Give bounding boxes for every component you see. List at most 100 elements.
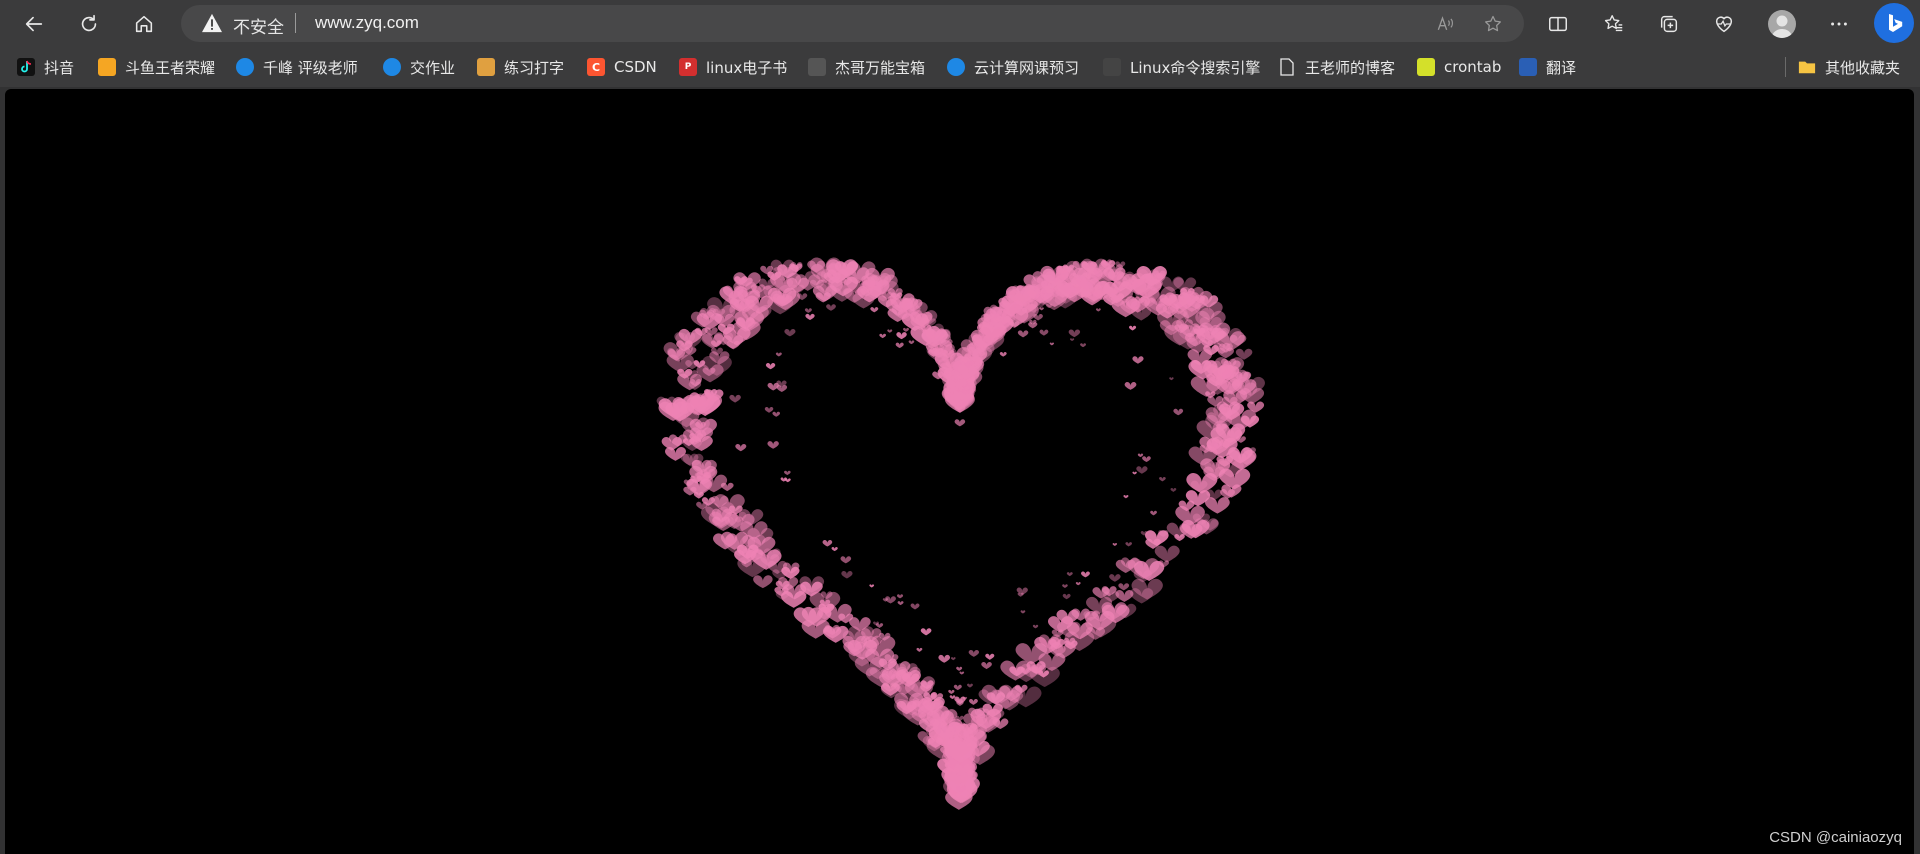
heart-particle bbox=[753, 575, 773, 589]
bookmark-label: 翻译 bbox=[1546, 58, 1577, 77]
warning-icon[interactable] bbox=[201, 13, 223, 33]
bookmark-item[interactable]: 翻译 bbox=[1519, 54, 1576, 80]
bookmark-label: 斗鱼王者荣耀 bbox=[125, 58, 216, 77]
heart-particle bbox=[1062, 593, 1071, 600]
bookmark-item[interactable]: 练习打字 bbox=[477, 54, 564, 80]
bookmark-item[interactable]: 杰哥万能宝箱 bbox=[808, 54, 925, 80]
heart-particle bbox=[950, 657, 956, 661]
cloud-icon bbox=[947, 58, 965, 76]
heart-particle bbox=[1039, 307, 1044, 311]
refresh-icon bbox=[81, 14, 97, 32]
heart-particle bbox=[841, 570, 853, 579]
heart-particle bbox=[1154, 545, 1180, 563]
page-viewport: CSDN @cainiaozyq bbox=[5, 89, 1914, 854]
heart-particle bbox=[1118, 583, 1130, 591]
heart-particle bbox=[1159, 476, 1166, 482]
bookmark-item[interactable]: 王老师的博客 bbox=[1278, 54, 1395, 80]
box-icon bbox=[808, 58, 826, 76]
bookmark-item[interactable]: Plinux电子书 bbox=[679, 54, 787, 80]
url-text[interactable]: www.zyq.com bbox=[315, 13, 419, 33]
heart-particle bbox=[1033, 314, 1043, 321]
heart-particle bbox=[1080, 343, 1087, 348]
bookmark-label: crontab bbox=[1444, 58, 1502, 76]
profile-button[interactable] bbox=[1768, 10, 1796, 38]
bookmark-item[interactable]: 千峰 评级老师 bbox=[236, 54, 358, 80]
other-bookmarks-folder[interactable]: 其他收藏夹 bbox=[1798, 54, 1900, 80]
bookmarks-bar: 抖音 斗鱼王者荣耀 千峰 评级老师 交作业 练习打字 C CSDN Plinux电子书 杰哥万能… bbox=[0, 47, 1920, 87]
home-button[interactable] bbox=[127, 7, 161, 41]
collections-button[interactable] bbox=[1652, 7, 1686, 41]
heart-particle bbox=[1075, 582, 1081, 586]
heart-particle bbox=[910, 603, 920, 610]
bookmark-item[interactable]: C CSDN bbox=[587, 54, 657, 80]
split-screen-button[interactable] bbox=[1541, 7, 1575, 41]
heart-particle bbox=[767, 441, 779, 449]
browser-toolbar: 不安全 www.zyq.com bbox=[0, 0, 1920, 47]
read-aloud-button[interactable] bbox=[1431, 10, 1459, 38]
bookmark-label: linux电子书 bbox=[706, 58, 788, 77]
heart-particle bbox=[805, 313, 815, 321]
bookmark-item[interactable]: 云计算网课预习 bbox=[947, 54, 1079, 80]
heart-particle bbox=[1069, 338, 1075, 341]
bookmark-label: 杰哥万能宝箱 bbox=[835, 58, 926, 77]
heart-particle bbox=[969, 698, 978, 705]
security-label[interactable]: 不安全 bbox=[233, 13, 284, 38]
bookmark-item[interactable]: 交作业 bbox=[383, 54, 455, 80]
collections-icon bbox=[1660, 15, 1678, 33]
heart-particle bbox=[903, 327, 909, 332]
bookmark-item[interactable]: Linux命令搜索引擎 bbox=[1103, 54, 1260, 80]
star-icon bbox=[1485, 15, 1501, 32]
csdn-icon: C bbox=[587, 58, 605, 76]
bookmark-label: 王老师的博客 bbox=[1305, 58, 1396, 77]
heart-particle bbox=[895, 342, 904, 348]
heart-particle bbox=[897, 601, 904, 606]
refresh-button[interactable] bbox=[72, 7, 106, 41]
heart-particle bbox=[1032, 624, 1039, 629]
heart-particle bbox=[985, 653, 995, 660]
bookmark-item[interactable]: 斗鱼王者荣耀 bbox=[98, 54, 215, 80]
heart-particle bbox=[735, 443, 747, 452]
heart-particle bbox=[1170, 488, 1177, 492]
heart-particle bbox=[831, 546, 838, 552]
bookmarks-divider bbox=[1785, 57, 1786, 77]
address-separator bbox=[295, 13, 296, 33]
heart-particle bbox=[764, 407, 774, 413]
heart-particle bbox=[1020, 610, 1026, 614]
heart-particle bbox=[870, 307, 879, 313]
heart-particle bbox=[1136, 466, 1148, 474]
heart-particle bbox=[1115, 589, 1134, 602]
address-bar[interactable]: 不安全 www.zyq.com bbox=[181, 5, 1524, 42]
heart-particle bbox=[767, 382, 779, 391]
heart-particle bbox=[1132, 471, 1137, 475]
more-button[interactable] bbox=[1822, 7, 1856, 41]
heart-particle bbox=[784, 328, 796, 337]
heart-particle bbox=[1049, 342, 1055, 346]
bookmark-label: Linux命令搜索引擎 bbox=[1130, 58, 1261, 77]
heart-particle bbox=[804, 308, 812, 313]
heart-particle bbox=[938, 654, 951, 663]
heart-particle bbox=[772, 411, 781, 417]
folder-icon bbox=[1798, 58, 1816, 76]
bookmark-item[interactable]: crontab bbox=[1417, 54, 1501, 80]
profile-icon bbox=[1771, 15, 1793, 38]
pdf-icon: P bbox=[679, 58, 697, 76]
heart-particle bbox=[1204, 497, 1230, 514]
heart-particle bbox=[1066, 572, 1073, 577]
heart-particle bbox=[908, 340, 915, 345]
bookmark-label: CSDN bbox=[614, 58, 657, 76]
home-icon bbox=[135, 15, 153, 33]
read-aloud-icon bbox=[1437, 16, 1453, 31]
browser-essentials-button[interactable] bbox=[1707, 7, 1741, 41]
back-button[interactable] bbox=[17, 7, 51, 41]
heart-particle bbox=[840, 556, 852, 564]
bookmark-label: 千峰 评级老师 bbox=[263, 58, 358, 77]
page-icon bbox=[1278, 58, 1296, 76]
add-favorite-button[interactable] bbox=[1479, 10, 1507, 38]
heart-particle bbox=[875, 623, 884, 628]
heart-particle bbox=[1123, 494, 1129, 499]
heart-particle bbox=[999, 352, 1007, 357]
favorites-button[interactable] bbox=[1597, 7, 1631, 41]
bookmark-item[interactable]: 抖音 bbox=[17, 54, 74, 80]
copilot-button[interactable] bbox=[1874, 3, 1914, 43]
heart-animation bbox=[656, 257, 1265, 810]
